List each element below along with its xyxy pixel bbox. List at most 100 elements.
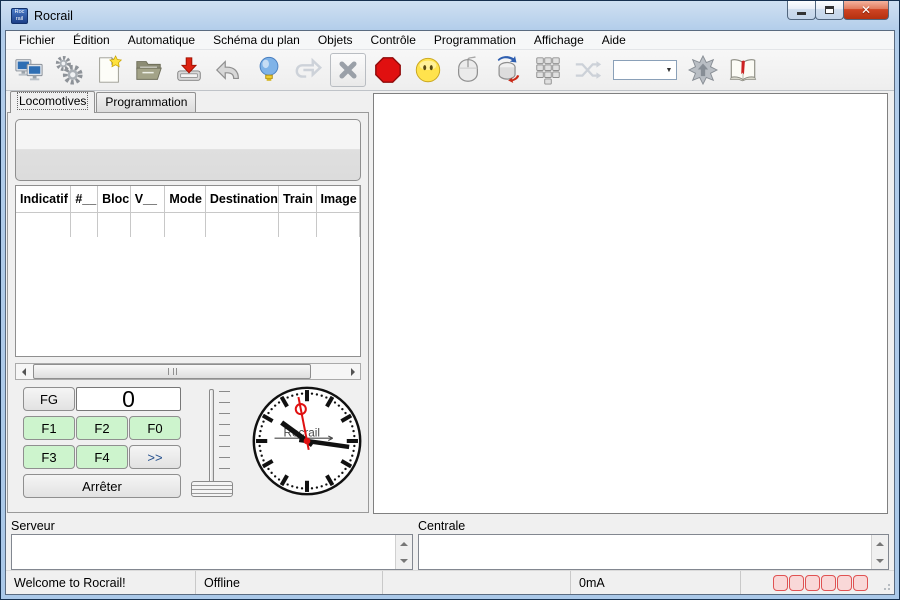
status-led-section: [741, 571, 894, 594]
col-address[interactable]: #__: [71, 186, 98, 212]
app-frame: Fichier Édition Automatique Schéma du pl…: [5, 30, 895, 595]
locomotives-tab-page: Indicatif #__ Bloc V__ Mode Destination …: [7, 112, 369, 513]
col-v[interactable]: V__: [131, 186, 166, 212]
redo-disabled-icon[interactable]: [290, 52, 327, 88]
slider-track[interactable]: [209, 389, 214, 485]
right-arrow-icon: [351, 368, 355, 376]
f4-button[interactable]: F4: [76, 445, 128, 469]
scroll-right-arrow[interactable]: [345, 364, 360, 379]
toolbar: ▼: [6, 50, 894, 91]
f3-button[interactable]: F3: [23, 445, 75, 469]
status-current: 0mA: [571, 571, 741, 594]
down-arrow-icon[interactable]: [876, 559, 884, 563]
sensor-led-row: [773, 575, 868, 591]
app-icon: Rocrail: [11, 8, 28, 24]
server-log-text: [12, 535, 395, 569]
central-log-scrollbar[interactable]: [871, 535, 888, 569]
f2-button[interactable]: F2: [76, 416, 128, 440]
speed-slider[interactable]: [195, 387, 237, 508]
stop-button[interactable]: Arrêter: [23, 474, 181, 498]
central-label: Centrale: [418, 517, 889, 534]
turntable-rotate-icon[interactable]: [489, 52, 526, 88]
menu-aide[interactable]: Aide: [593, 32, 635, 48]
up-arrow-icon[interactable]: [876, 542, 884, 546]
power-star-icon[interactable]: [684, 52, 721, 88]
keypad-icon[interactable]: [529, 52, 566, 88]
col-indicatif[interactable]: Indicatif: [16, 186, 71, 212]
chevron-down-icon: ▼: [662, 61, 676, 79]
slider-handle[interactable]: [191, 481, 233, 497]
menu-programmation[interactable]: Programmation: [425, 32, 525, 48]
sensor-led: [789, 575, 804, 591]
throttle-panel: FG 0 F1 F2 F0 F3 F4 >> Arrêter: [13, 380, 363, 508]
status-connection: Offline: [196, 571, 383, 594]
menu-automatique[interactable]: Automatique: [119, 32, 204, 48]
resize-grip[interactable]: [881, 581, 891, 591]
more-functions-button[interactable]: >>: [129, 445, 181, 469]
col-image[interactable]: Image: [317, 186, 361, 212]
menu-bar: Fichier Édition Automatique Schéma du pl…: [6, 31, 894, 50]
speed-display: 0: [76, 387, 181, 411]
properties-gears-icon[interactable]: [50, 52, 87, 88]
track-plan-canvas[interactable]: [373, 93, 888, 514]
close-button[interactable]: ✕: [843, 1, 889, 20]
open-folder-icon[interactable]: [130, 52, 167, 88]
server-log-scrollbar[interactable]: [395, 535, 412, 569]
save-download-icon[interactable]: [170, 52, 207, 88]
central-log-box[interactable]: [418, 534, 889, 570]
sensor-led: [821, 575, 836, 591]
col-destination[interactable]: Destination: [206, 186, 279, 212]
minimize-button[interactable]: [787, 1, 816, 20]
server-log-box[interactable]: [11, 534, 413, 570]
delete-x-icon[interactable]: [330, 53, 366, 87]
f1-button[interactable]: F1: [23, 416, 75, 440]
help-book-icon[interactable]: [724, 52, 761, 88]
table-horizontal-scrollbar[interactable]: [15, 363, 361, 380]
mouse-icon[interactable]: [449, 52, 486, 88]
scrollbar-thumb[interactable]: [33, 364, 311, 379]
table-row[interactable]: [16, 213, 360, 237]
close-icon: ✕: [861, 3, 871, 17]
maximize-button[interactable]: [815, 1, 844, 20]
menu-affichage[interactable]: Affichage: [525, 32, 593, 48]
maximize-icon: [825, 6, 834, 14]
title-bar[interactable]: Rocrail Rocrail ✕: [5, 1, 895, 30]
status-spare: [383, 571, 571, 594]
shuffle-disabled-icon[interactable]: [569, 52, 606, 88]
bottom-panels: Serveur Centrale: [6, 517, 894, 570]
status-bar: Welcome to Rocrail! Offline 0mA: [6, 570, 894, 594]
fg-button[interactable]: FG: [23, 387, 75, 411]
function-buttons: FG 0 F1 F2 F0 F3 F4 >> Arrêter: [23, 387, 181, 508]
tab-locomotives[interactable]: Locomotives: [10, 91, 95, 113]
scroll-left-arrow[interactable]: [16, 364, 31, 379]
menu-schema-du-plan[interactable]: Schéma du plan: [204, 32, 309, 48]
status-message: Welcome to Rocrail!: [6, 571, 196, 594]
table-header-row: Indicatif #__ Bloc V__ Mode Destination …: [16, 186, 360, 213]
analog-clock: Rocrail: [251, 385, 363, 497]
locomotive-table: Indicatif #__ Bloc V__ Mode Destination …: [15, 185, 361, 357]
workstation-connect-icon[interactable]: [10, 52, 47, 88]
left-panel: Locomotives Programmation Indicatif #__ …: [7, 91, 369, 513]
loco-selector-combobox[interactable]: ▼: [613, 60, 677, 80]
analyzer-lamp-icon[interactable]: [250, 52, 287, 88]
menu-objets[interactable]: Objets: [309, 32, 362, 48]
tab-programmation[interactable]: Programmation: [96, 92, 196, 112]
menu-controle[interactable]: Contrôle: [362, 32, 425, 48]
sensor-led: [837, 575, 852, 591]
col-train[interactable]: Train: [279, 186, 317, 212]
client-area: Locomotives Programmation Indicatif #__ …: [6, 91, 894, 517]
new-file-icon[interactable]: [90, 52, 127, 88]
menu-fichier[interactable]: Fichier: [10, 32, 64, 48]
f0-button[interactable]: F0: [129, 416, 181, 440]
col-mode[interactable]: Mode: [165, 186, 206, 212]
central-log-text: [419, 535, 871, 569]
menu-edition[interactable]: Édition: [64, 32, 119, 48]
emergency-stop-icon[interactable]: [369, 52, 406, 88]
down-arrow-icon[interactable]: [400, 559, 408, 563]
sensor-led: [773, 575, 788, 591]
window-title: Rocrail: [34, 9, 73, 23]
auto-mode-smiley-icon[interactable]: [409, 52, 446, 88]
undo-icon[interactable]: [210, 52, 247, 88]
up-arrow-icon[interactable]: [400, 542, 408, 546]
col-bloc[interactable]: Bloc: [98, 186, 131, 212]
